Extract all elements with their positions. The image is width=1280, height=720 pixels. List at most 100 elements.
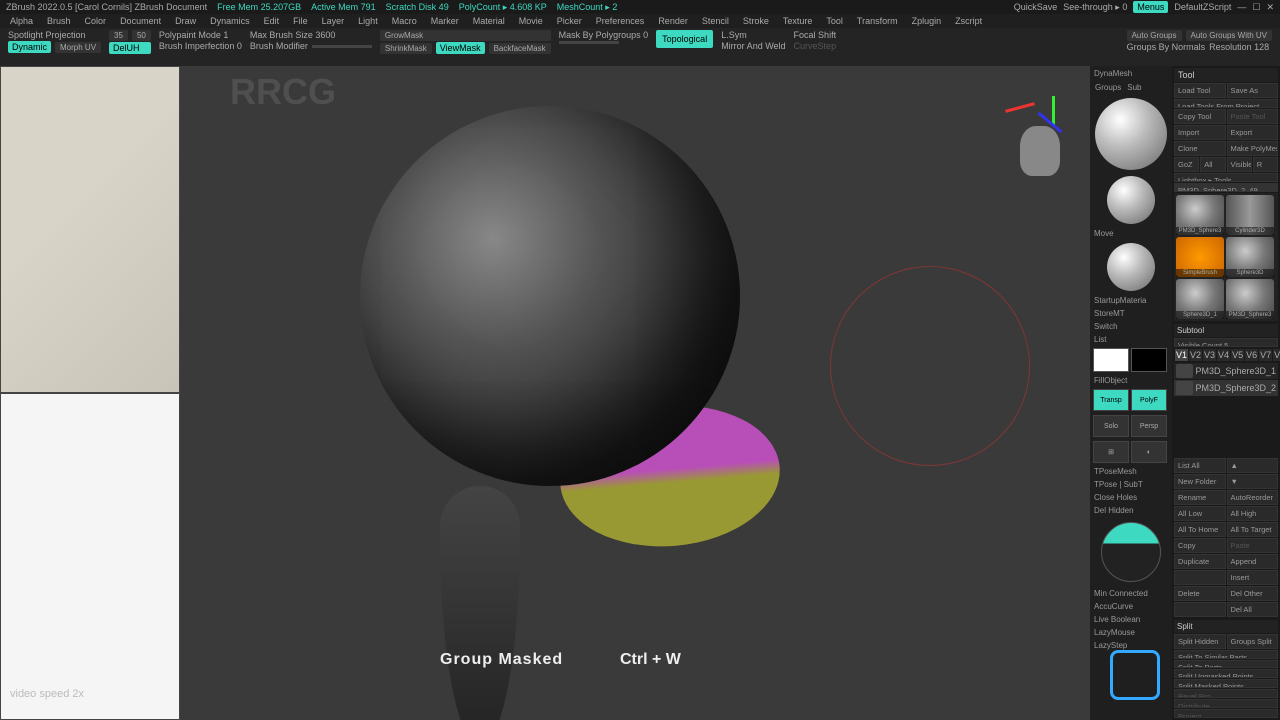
brush-imperfection[interactable]: Brush Imperfection 0: [159, 41, 242, 51]
all-home-button[interactable]: All To Home: [1174, 522, 1226, 537]
menu-transform[interactable]: Transform: [857, 16, 898, 26]
mirror-weld-button[interactable]: Mirror And Weld: [721, 41, 785, 51]
vs-8[interactable]: V8: [1273, 349, 1280, 361]
thumb-simplebrush[interactable]: SimpleBrush: [1176, 237, 1224, 277]
menu-material[interactable]: Material: [473, 16, 505, 26]
deluh-button[interactable]: DelUH: [109, 42, 151, 54]
goz-visible-button[interactable]: Visible: [1227, 157, 1252, 172]
menu-zplugin[interactable]: Zplugin: [912, 16, 942, 26]
all-low-button[interactable]: All Low: [1174, 506, 1226, 521]
maskpoly-slider[interactable]: [559, 41, 619, 44]
polyf-toggle[interactable]: PolyF: [1131, 389, 1167, 411]
default-script[interactable]: DefaultZScript: [1174, 2, 1231, 12]
shrinkmask-button[interactable]: ShrinkMask: [380, 43, 432, 54]
dynamic-toggle[interactable]: Dynamic: [8, 41, 51, 53]
autogroups-button[interactable]: Auto Groups: [1127, 30, 1182, 41]
sub-button[interactable]: Sub: [1125, 82, 1143, 93]
dynamesh-label[interactable]: DynaMesh: [1092, 68, 1170, 79]
startup-material[interactable]: StartupMateria: [1092, 295, 1170, 306]
vs-5[interactable]: V5: [1231, 349, 1244, 361]
load-tool-button[interactable]: Load Tool: [1174, 83, 1226, 98]
material-preview-2[interactable]: [1107, 176, 1155, 224]
liveboolean-toggle[interactable]: Live Boolean: [1092, 614, 1170, 625]
val-50[interactable]: 50: [132, 30, 151, 41]
autogroups-uv-button[interactable]: Auto Groups With UV: [1186, 30, 1272, 41]
backfacemask-button[interactable]: BackfaceMask: [489, 43, 551, 54]
paste-subtool-button[interactable]: Paste: [1227, 538, 1279, 553]
thumb-sphere3d[interactable]: Sphere3D: [1226, 237, 1274, 277]
del-all-button[interactable]: Del All: [1227, 602, 1279, 617]
val-35[interactable]: 35: [109, 30, 128, 41]
make-polymesh-button[interactable]: Make PolyMesh3D: [1227, 141, 1279, 156]
mask-by-polygroups[interactable]: Mask By Polygroups 0: [559, 30, 649, 40]
vs-2[interactable]: V2: [1189, 349, 1202, 361]
rename-button[interactable]: Rename: [1174, 490, 1226, 505]
viewport[interactable]: Group Masked Ctrl + W RRCG: [180, 66, 1090, 720]
split-header[interactable]: Split: [1174, 620, 1278, 633]
vs-7[interactable]: V7: [1259, 349, 1272, 361]
menu-stencil[interactable]: Stencil: [702, 16, 729, 26]
focal-shift[interactable]: Focal Shift: [794, 30, 837, 40]
solo-toggle[interactable]: Solo: [1093, 415, 1129, 437]
menu-edit[interactable]: Edit: [264, 16, 280, 26]
export-button[interactable]: Export: [1227, 125, 1279, 140]
min-connected[interactable]: Min Connected: [1092, 588, 1170, 599]
menu-color[interactable]: Color: [85, 16, 107, 26]
goz-button[interactable]: GoZ: [1174, 157, 1199, 172]
thumb-sphere3d-1[interactable]: Sphere3D_1: [1176, 279, 1224, 319]
material-preview-3[interactable]: [1107, 243, 1155, 291]
nav-head-icon[interactable]: [1020, 126, 1060, 176]
thumb-cylinder[interactable]: Cylinder3D: [1226, 195, 1274, 235]
symmetry-widget[interactable]: [1101, 522, 1161, 582]
viewmask-button[interactable]: ViewMask: [436, 42, 485, 54]
autoreorder-button[interactable]: AutoReorder: [1227, 490, 1279, 505]
tool-header[interactable]: Tool: [1174, 68, 1278, 82]
menu-tool[interactable]: Tool: [826, 16, 843, 26]
groups-split-button[interactable]: Groups Split: [1227, 634, 1279, 649]
thumb-sphere[interactable]: PM3D_Sphere3: [1176, 195, 1224, 235]
color-white-swatch[interactable]: [1093, 348, 1129, 372]
menu-macro[interactable]: Macro: [392, 16, 417, 26]
all-high-button[interactable]: All High: [1227, 506, 1279, 521]
menu-preferences[interactable]: Preferences: [596, 16, 645, 26]
distribute-button[interactable]: Distribute: [1174, 699, 1278, 708]
morph-uv-button[interactable]: Morph UV: [55, 42, 101, 53]
vs-1[interactable]: V1: [1175, 349, 1188, 361]
groups-button[interactable]: Groups: [1093, 82, 1123, 93]
lightbox-tools[interactable]: Lightbox ▸ Tools: [1174, 173, 1278, 182]
all-target-button[interactable]: All To Target: [1227, 522, 1279, 537]
goz-all-button[interactable]: All: [1200, 157, 1225, 172]
menu-brush[interactable]: Brush: [47, 16, 71, 26]
menu-picker[interactable]: Picker: [557, 16, 582, 26]
storemt-button[interactable]: StoreMT: [1092, 308, 1170, 319]
seethrough-slider[interactable]: See-through ▸ 0: [1063, 2, 1127, 13]
current-mesh-name[interactable]: PM3D_Sphere3D_2. 49: [1174, 183, 1278, 192]
menu-draw[interactable]: Draw: [175, 16, 196, 26]
copy-subtool-button[interactable]: Copy: [1174, 538, 1226, 553]
gizmo-ring[interactable]: [830, 266, 1030, 466]
list-all-button[interactable]: List All: [1174, 458, 1226, 473]
window-max-icon[interactable]: ☐: [1252, 2, 1260, 13]
persp-toggle[interactable]: Persp: [1131, 415, 1167, 437]
growmask-button[interactable]: GrowMask: [380, 30, 551, 41]
vs-6[interactable]: V6: [1245, 349, 1258, 361]
tpose-subt-button[interactable]: TPose | SubT: [1092, 479, 1170, 490]
split-to-parts-button[interactable]: Split To Parts: [1174, 660, 1278, 669]
tposemesh-button[interactable]: TPoseMesh: [1092, 466, 1170, 477]
paste-tool-button[interactable]: Paste Tool: [1227, 109, 1279, 124]
subtool-item-2[interactable]: PM3D_Sphere3D_2: [1174, 380, 1278, 396]
max-brush-size[interactable]: Max Brush Size 3600: [250, 30, 372, 40]
save-as-button[interactable]: Save As: [1227, 83, 1279, 98]
material-preview-1[interactable]: [1095, 98, 1167, 170]
color-black-swatch[interactable]: [1131, 348, 1167, 372]
menu-stroke[interactable]: Stroke: [743, 16, 769, 26]
mesh-tail[interactable]: [440, 486, 520, 720]
split-hidden-button[interactable]: Split Hidden: [1174, 634, 1226, 649]
arrow-down-icon[interactable]: ▼: [1227, 474, 1279, 489]
menu-file[interactable]: File: [293, 16, 308, 26]
clone-button[interactable]: Clone: [1174, 141, 1226, 156]
fillobject-button[interactable]: FillObject: [1092, 375, 1170, 386]
project-button[interactable]: Project: [1174, 709, 1278, 718]
copy-tool-button[interactable]: Copy Tool: [1174, 109, 1226, 124]
import-button[interactable]: Import: [1174, 125, 1226, 140]
